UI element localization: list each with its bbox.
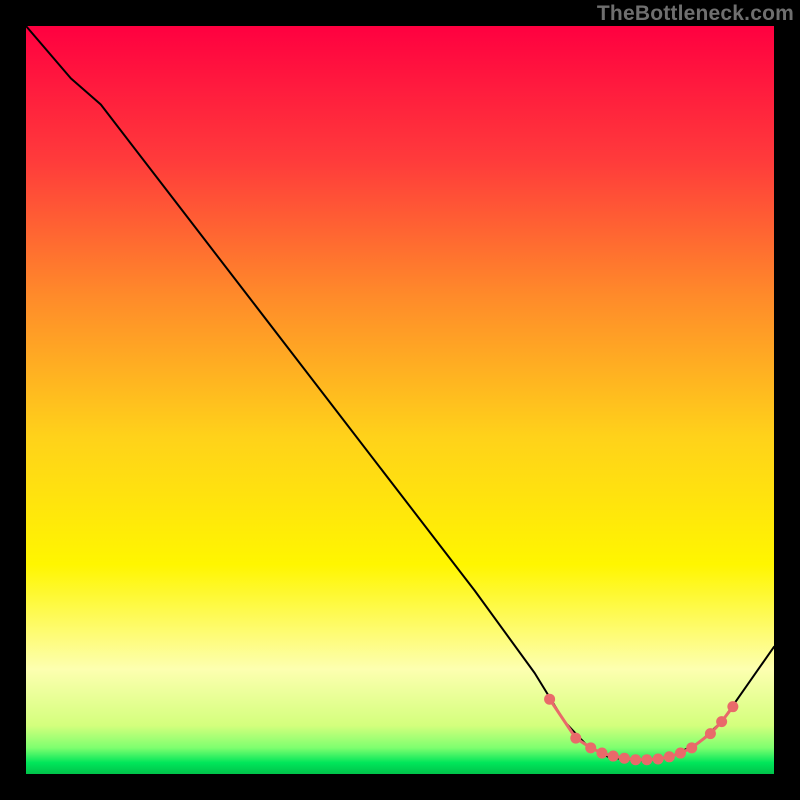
highlight-dot [596, 748, 607, 759]
chart-svg [0, 0, 800, 800]
highlight-dot [686, 742, 697, 753]
highlight-dot [570, 733, 581, 744]
highlight-dot [675, 748, 686, 759]
highlight-dot [641, 754, 652, 765]
highlight-dot [727, 701, 738, 712]
chart-stage: { "watermark": "TheBottleneck.com", "cha… [0, 0, 800, 800]
highlight-dot [664, 751, 675, 762]
plot-background [26, 26, 774, 774]
highlight-dot [716, 716, 727, 727]
highlight-dot [630, 754, 641, 765]
watermark-label: TheBottleneck.com [597, 2, 794, 26]
highlight-dot [608, 751, 619, 762]
highlight-dot [653, 754, 664, 765]
highlight-dot [619, 753, 630, 764]
highlight-dot [544, 694, 555, 705]
highlight-dot [705, 728, 716, 739]
highlight-dot [585, 742, 596, 753]
